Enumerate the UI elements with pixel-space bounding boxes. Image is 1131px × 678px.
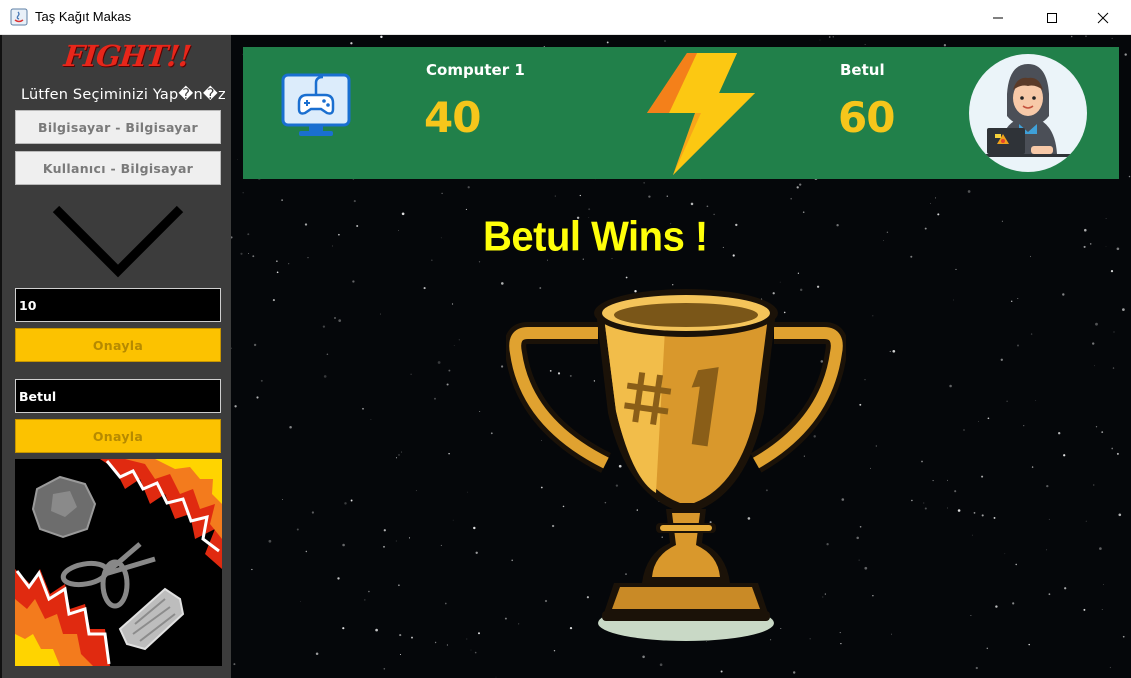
maximize-icon	[1047, 12, 1057, 23]
maximize-button[interactable]	[1029, 0, 1075, 35]
minimize-icon	[993, 17, 1003, 18]
confirm-rounds-button[interactable]: Onayla	[15, 328, 221, 362]
window-title: Taş Kağıt Makas	[35, 9, 132, 24]
scoreboard: Computer 1 40 Betul 60	[243, 47, 1119, 179]
player-score: 60	[838, 93, 895, 142]
trophy-icon	[506, 289, 846, 641]
game-area: Computer 1 40 Betul 60 Betul Wins !	[231, 35, 1131, 678]
user-vs-computer-button[interactable]: Kullanıcı - Bilgisayar	[15, 151, 221, 185]
player-name-input[interactable]: Betul	[15, 379, 221, 413]
java-app-icon	[10, 8, 28, 26]
winner-text: Betul Wins !	[483, 213, 708, 261]
computer-score: 40	[424, 93, 481, 142]
computer-gamepad-icon	[281, 73, 351, 136]
rock-scissors-paper-image	[15, 459, 222, 666]
selection-prompt: Lütfen Seçiminizi Yap�n�z	[21, 87, 226, 103]
confirm-name-button[interactable]: Onayla	[15, 419, 221, 453]
title-bar: Taş Kağıt Makas	[0, 0, 1131, 35]
close-button[interactable]	[1080, 0, 1126, 35]
computer-name: Computer 1	[426, 61, 525, 79]
chevron-down-icon	[52, 205, 184, 278]
player-name: Betul	[840, 61, 885, 79]
minimize-button[interactable]	[975, 0, 1021, 35]
user-avatar-icon	[969, 54, 1087, 172]
sidebar: FIGHT!! Lütfen Seçiminizi Yap�n�z Bilgis…	[0, 35, 231, 678]
rounds-input[interactable]: 10	[15, 288, 221, 322]
computer-vs-computer-button[interactable]: Bilgisayar - Bilgisayar	[15, 110, 221, 144]
close-icon	[1097, 12, 1109, 23]
fight-banner: FIGHT!!	[62, 39, 193, 73]
lightning-bolt-icon	[647, 53, 755, 175]
